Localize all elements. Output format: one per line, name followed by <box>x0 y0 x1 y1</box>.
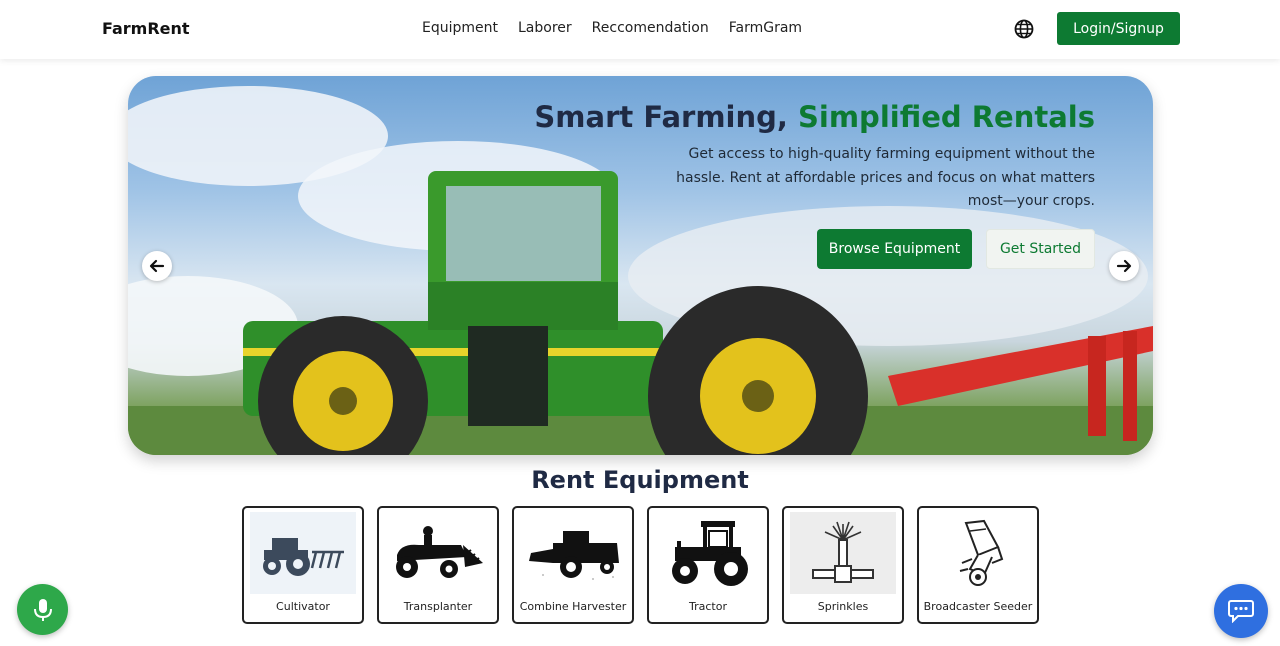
equipment-card-combine-harvester[interactable]: Combine Harvester <box>512 506 634 624</box>
voice-assistant-button[interactable] <box>17 584 68 635</box>
sprinkler-icon <box>790 512 896 594</box>
equipment-card-cultivator[interactable]: Cultivator <box>242 506 364 624</box>
nav-item-farmgram[interactable]: FarmGram <box>729 20 802 36</box>
get-started-button[interactable]: Get Started <box>986 229 1095 269</box>
carousel-next-button[interactable] <box>1109 251 1139 281</box>
equipment-card-list: Cultivator Transplanter Combine Harveste… <box>242 506 1039 624</box>
equipment-card-label: Cultivator <box>276 600 330 613</box>
hero-title-main: Smart Farming, <box>534 100 799 134</box>
nav-item-laborer[interactable]: Laborer <box>518 20 572 36</box>
hero-banner: Smart Farming, Simplified Rentals Get ac… <box>128 76 1153 455</box>
tractor-icon <box>655 512 761 594</box>
combine-harvester-icon <box>520 512 626 594</box>
chat-support-button[interactable] <box>1214 584 1268 638</box>
equipment-card-tractor[interactable]: Tractor <box>647 506 769 624</box>
hero-title-accent: Simplified Rentals <box>798 100 1095 134</box>
login-signup-button[interactable]: Login/Signup <box>1057 12 1180 45</box>
cultivator-icon <box>250 512 356 594</box>
arrow-left-icon <box>149 259 165 273</box>
hero-description: Get access to high-quality farming equip… <box>676 146 1095 209</box>
carousel-prev-button[interactable] <box>142 251 172 281</box>
brand-logo[interactable]: FarmRent <box>102 19 190 38</box>
equipment-card-label: Tractor <box>689 600 727 613</box>
equipment-card-transplanter[interactable]: Transplanter <box>377 506 499 624</box>
arrow-right-icon <box>1116 259 1132 273</box>
hero-title: Smart Farming, Simplified Rentals <box>534 100 1095 134</box>
nav-item-equipment[interactable]: Equipment <box>422 20 498 36</box>
microphone-icon <box>33 598 52 621</box>
nav-item-recommendation[interactable]: Reccomendation <box>592 20 709 36</box>
equipment-card-label: Combine Harvester <box>519 600 627 613</box>
top-navbar: FarmRent Equipment Laborer Reccomendatio… <box>0 0 1280 59</box>
globe-icon[interactable] <box>1014 19 1034 39</box>
equipment-card-broadcaster-seeder[interactable]: Broadcaster Seeder <box>917 506 1039 624</box>
main-nav: Equipment Laborer Reccomendation FarmGra… <box>422 20 802 36</box>
browse-equipment-button[interactable]: Browse Equipment <box>817 229 972 269</box>
equipment-card-label: Broadcaster Seeder <box>923 600 1033 613</box>
rent-equipment-heading: Rent Equipment <box>531 466 749 494</box>
equipment-card-label: Transplanter <box>403 600 473 613</box>
transplanter-icon <box>385 512 491 594</box>
broadcaster-seeder-icon <box>925 512 1031 594</box>
chat-icon <box>1228 600 1254 623</box>
equipment-card-sprinkles[interactable]: Sprinkles <box>782 506 904 624</box>
equipment-card-label: Sprinkles <box>817 600 869 613</box>
